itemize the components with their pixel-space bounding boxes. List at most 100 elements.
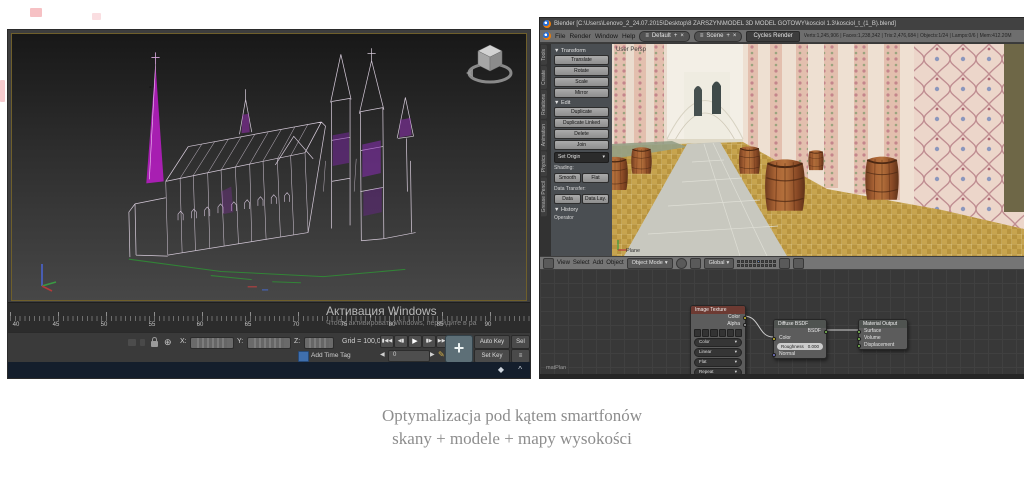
menu-select[interactable]: Select [573, 260, 590, 266]
key-filters-icon[interactable]: ✎ [438, 350, 445, 359]
history-panel-header[interactable]: History [561, 207, 578, 213]
go-to-start-button[interactable]: ▮◀◀ [380, 335, 394, 348]
collapse-icon[interactable]: ▼ [554, 100, 559, 106]
add-time-tag-label[interactable]: Add Time Tag [311, 352, 351, 359]
roughness-value: 0.000 [808, 343, 819, 350]
data-button[interactable]: Data [554, 194, 581, 204]
surface-input-socket[interactable] [857, 330, 861, 334]
next-frame-button[interactable]: ▮▶ [422, 335, 436, 348]
alpha-output-socket[interactable] [743, 323, 747, 327]
add-icon[interactable]: + [674, 32, 678, 41]
data-layout-button[interactable]: Data Lay. [582, 194, 609, 204]
snap-magnet-icon[interactable] [779, 258, 790, 269]
blender-window: Blender [C:\Users\Lenovo_2_24.07.2015\De… [540, 18, 1024, 378]
color-space-select[interactable]: Color ▾ [694, 338, 742, 347]
auto-key-button[interactable]: Auto Key [474, 335, 510, 349]
collapse-icon[interactable]: ▼ [554, 48, 559, 54]
operator-panel-label[interactable]: Operator [554, 215, 609, 221]
viewport-nav-icon[interactable]: ◆ [498, 362, 504, 378]
displacement-input-socket[interactable] [857, 344, 861, 348]
pause-icon[interactable] [140, 339, 145, 346]
render-engine-selector[interactable]: Cycles Render [746, 31, 799, 42]
menu-add[interactable]: Add [593, 260, 604, 266]
translate-button[interactable]: Translate [554, 55, 609, 65]
edit-panel-header[interactable]: Edit [561, 100, 570, 106]
play-button[interactable]: ▶ [408, 335, 422, 348]
blender-app-icon [543, 20, 551, 28]
transform-gizmo-icon[interactable] [128, 339, 136, 346]
tab-physics[interactable]: Physics [541, 151, 547, 176]
expand-chevron-icon[interactable]: ^ [518, 362, 522, 378]
menu-help[interactable]: Help [622, 33, 635, 40]
tab-create[interactable]: Create [541, 66, 547, 89]
absolute-mode-icon[interactable]: ⊕ [164, 337, 172, 348]
transform-orientation-selector[interactable]: Global ▾ [704, 258, 735, 269]
set-origin-dropdown[interactable]: Set Origin ▾ [554, 152, 609, 163]
render-view-icon[interactable] [793, 258, 804, 269]
color-input-socket[interactable] [772, 337, 776, 341]
normal-input-socket[interactable] [772, 353, 776, 357]
screen-layout-selector[interactable]: ≡ Default + × [639, 31, 690, 42]
rotate-button[interactable]: Rotate [554, 66, 609, 76]
bsdf-output-socket[interactable] [824, 330, 828, 334]
tab-tools[interactable]: Tools [541, 45, 547, 65]
previous-frame-button[interactable]: ◀▮ [394, 335, 408, 348]
y-coordinate-field[interactable] [247, 337, 291, 349]
flat-button[interactable]: Flat [582, 173, 609, 183]
color-output-socket[interactable] [743, 316, 747, 320]
node-editor[interactable]: Image Texture Color Alpha Color ▾ Linear… [540, 269, 1024, 374]
orientation-value: Global [709, 259, 725, 268]
create-key-button[interactable]: + [445, 335, 473, 363]
tab-grease-pencil[interactable]: Grease Pencil [541, 177, 547, 216]
image-texture-node[interactable]: Image Texture Color Alpha Color ▾ Linear… [690, 305, 746, 374]
mirror-button[interactable]: Mirror [554, 88, 609, 98]
close-icon[interactable]: × [680, 32, 684, 41]
viewport-shading-icon[interactable] [676, 258, 687, 269]
viewcube-navigation-icon[interactable] [464, 40, 516, 88]
selected-filter-button[interactable]: Sel [511, 335, 530, 349]
selection-lock-icon[interactable] [151, 341, 158, 347]
interpolation-select[interactable]: Linear ▾ [694, 348, 742, 357]
join-button[interactable]: Join [554, 140, 609, 150]
transform-panel-header[interactable]: Transform [561, 48, 586, 54]
x-coordinate-field[interactable] [190, 337, 234, 349]
menu-window[interactable]: Window [595, 33, 618, 40]
menu-object[interactable]: Object [606, 260, 623, 266]
current-frame-field[interactable]: 0 [388, 350, 430, 362]
blender-3d-viewport[interactable]: User Persp Plane [612, 44, 1024, 256]
scene-selector[interactable]: ≡ Scene + × [694, 31, 743, 42]
tab-animation[interactable]: Animation [541, 120, 547, 150]
z-coordinate-field[interactable] [304, 337, 334, 349]
smooth-button[interactable]: Smooth [554, 173, 581, 183]
duplicate-linked-button[interactable]: Duplicate Linked [554, 118, 609, 128]
volume-input-socket[interactable] [857, 337, 861, 341]
material-output-node[interactable]: Material Output Surface Volume Displacem… [858, 319, 908, 350]
collapse-icon[interactable]: ▼ [554, 207, 559, 213]
menu-file[interactable]: File [555, 33, 565, 40]
node-title[interactable]: Material Output [859, 320, 907, 328]
image-datablock-row[interactable] [694, 329, 742, 337]
menu-view[interactable]: View [557, 260, 570, 266]
spinner-right-icon[interactable]: ▶ [430, 351, 435, 358]
delete-button[interactable]: Delete [554, 129, 609, 139]
set-key-button[interactable]: Set Key [474, 349, 510, 363]
mode-selector[interactable]: Object Mode ▾ [627, 258, 673, 269]
scale-button[interactable]: Scale [554, 77, 609, 87]
spinner-left-icon[interactable]: ◀ [380, 351, 385, 358]
duplicate-button[interactable]: Duplicate [554, 107, 609, 117]
projection-select[interactable]: Flat ▾ [694, 358, 742, 367]
editor-type-icon[interactable] [543, 258, 554, 269]
timeline-ruler[interactable]: 40 45 50 55 60 65 70 75 80 85 90 [8, 302, 530, 333]
max-3d-viewport[interactable] [11, 33, 527, 301]
close-icon[interactable]: × [733, 32, 737, 41]
diffuse-bsdf-node[interactable]: Diffuse BSDF BSDF Color Roughness 0.000 … [773, 319, 827, 359]
tab-relations[interactable]: Relations [541, 90, 547, 119]
add-icon[interactable]: + [726, 32, 730, 41]
menu-render[interactable]: Render [569, 33, 590, 40]
node-title[interactable]: Diffuse BSDF [774, 320, 826, 328]
key-filter-menu-button[interactable]: ≡ [511, 349, 530, 363]
node-title[interactable]: Image Texture [691, 306, 745, 314]
layers-grid[interactable] [737, 260, 776, 267]
pivot-point-icon[interactable] [690, 258, 701, 269]
roughness-slider[interactable]: Roughness 0.000 [777, 343, 823, 350]
